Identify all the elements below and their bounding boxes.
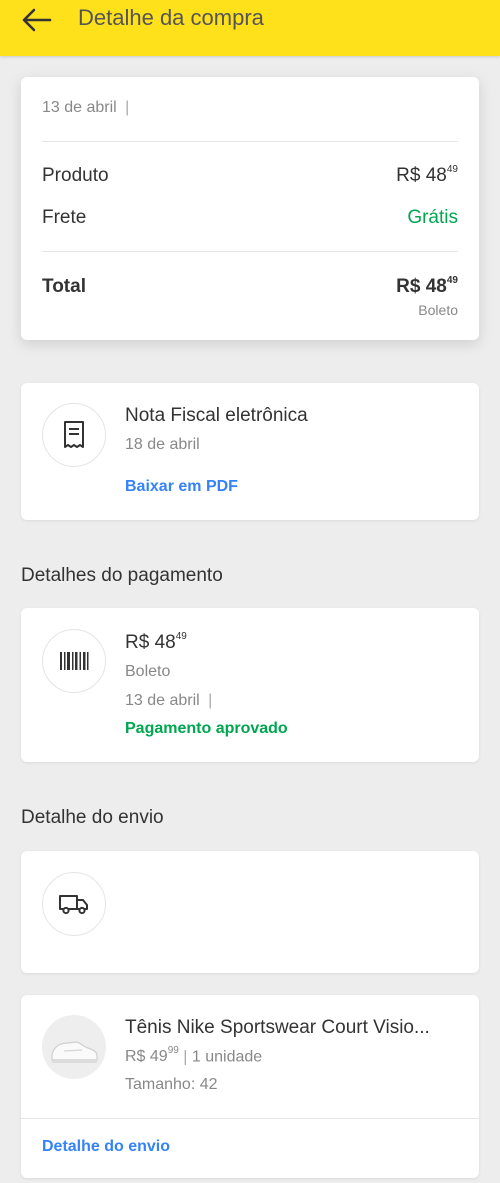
redacted-area [141, 93, 291, 123]
product-thumbnail [42, 1015, 106, 1079]
app-header: Detalhe da compra [0, 0, 500, 56]
invoice-card: Nota Fiscal eletrônica 18 de abril Baixa… [21, 383, 479, 520]
page-title: Detalhe da compra [78, 5, 264, 30]
redacted-address [121, 863, 461, 959]
product-price: R$ 4849 [396, 163, 458, 186]
invoice-title: Nota Fiscal eletrônica [125, 405, 308, 426]
shipping-label: Frete [42, 207, 87, 228]
barcode-icon [42, 629, 106, 693]
product-size: Tamanho: 42 [125, 1076, 218, 1093]
product-name[interactable]: Tênis Nike Sportswear Court Visio... [125, 1017, 430, 1039]
order-summary-card: 13 de abril | Produto R$ 4849 Frete Grát… [21, 77, 479, 340]
shipping-section-title: Detalhe do envio [21, 807, 164, 828]
invoice-date: 18 de abril [125, 436, 200, 453]
product-card: Tênis Nike Sportswear Court Visio... R$ … [21, 995, 479, 1178]
product-label: Produto [42, 165, 109, 186]
payment-section-title: Detalhes do pagamento [21, 565, 223, 586]
payment-date: 13 de abril [125, 692, 200, 709]
payment-status: Pagamento aprovado [125, 720, 288, 737]
shipping-address-card [21, 851, 479, 973]
product-price: R$ 4999 [125, 1045, 179, 1066]
download-pdf-link[interactable]: Baixar em PDF [125, 478, 238, 496]
total-label: Total [42, 276, 86, 297]
total-price: R$ 4849 [396, 274, 458, 297]
payment-method: Boleto [125, 663, 171, 680]
shipping-value: Grátis [407, 207, 458, 228]
total-payment-method: Boleto [418, 302, 458, 318]
product-price-quantity: R$ 4999 | 1 unidade [125, 1045, 263, 1066]
sneaker-icon [51, 1041, 98, 1063]
receipt-icon [42, 403, 106, 467]
back-arrow-icon[interactable] [18, 4, 58, 36]
payment-card: R$ 4849 Boleto 13 de abril | Pagamento a… [21, 608, 479, 762]
payment-amount: R$ 4849 [125, 630, 187, 653]
product-quantity: 1 unidade [191, 1048, 263, 1066]
redacted-area [226, 686, 376, 714]
order-date: 13 de abril [42, 99, 117, 116]
shipping-detail-link[interactable]: Detalhe do envio [42, 1138, 170, 1156]
truck-icon [42, 872, 106, 936]
